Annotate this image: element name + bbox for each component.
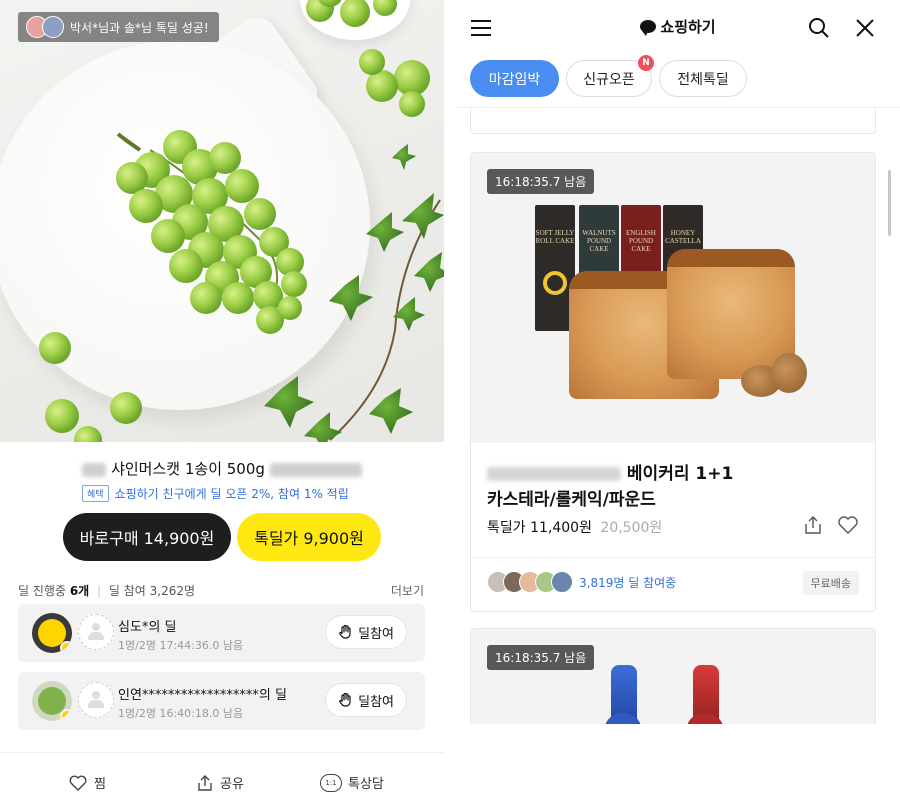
chat-button[interactable]: 1:1 톡상담 [320, 773, 384, 792]
empty-slot-avatar [78, 682, 114, 718]
talkdeal-button[interactable]: 톡딜가 9,900원 [237, 513, 381, 561]
empty-slot-avatar [78, 614, 114, 650]
deal-meta: 1명/2명 16:40:18.0 남음 [118, 707, 244, 720]
product-image: 박서*님과 솔*님 톡딜 성공! [0, 0, 444, 442]
participants-text: 3,819명 딜 참여중 [579, 575, 677, 590]
host-avatar [32, 613, 72, 653]
walnut [771, 353, 807, 393]
deal-meta: 1명/2명 17:44:36.0 남음 [118, 639, 244, 652]
benefit-row: 혜택 쇼핑하기 친구에게 딜 오픈 2%, 참여 1% 적립 [82, 485, 349, 502]
deal-host-name: 인연******************의 딜 [118, 688, 287, 703]
card-actions [803, 515, 859, 535]
share-icon[interactable] [803, 515, 823, 535]
roll-cake-icon [543, 271, 567, 295]
bottom-action-bar: 찜 공유 1:1 톡상담 [0, 752, 444, 802]
join-deal-label: 딜참여 [358, 694, 394, 710]
share-label: 공유 [220, 777, 244, 792]
share-icon [198, 774, 212, 791]
success-toast: 박서*님과 솔*님 톡딜 성공! [18, 12, 219, 42]
top-bar: 쇼핑하기 [456, 0, 900, 54]
buy-now-button[interactable]: 바로구매 14,900원 [63, 513, 231, 561]
benefit-tag: 혜택 [82, 485, 109, 502]
free-shipping-tag: 무료배송 [802, 571, 859, 595]
product-name: 베이커리 1+1 카스테라/롤케익/파운드 [487, 464, 734, 510]
heart-icon[interactable] [837, 515, 859, 535]
product-title: 샤인머스캣 1송이 500g [0, 458, 444, 479]
deal-tabs: 마감임박 신규오픈 N 전체톡딜 [456, 55, 900, 108]
host-avatar [32, 681, 72, 721]
person-placeholder-icon [88, 691, 104, 709]
deal-item: 인연******************의 딜 1명/2명 16:40:18.0… [18, 672, 425, 730]
close-icon[interactable] [855, 18, 875, 38]
stats-separator: | [97, 584, 102, 598]
grapes-illustration [39, 0, 444, 442]
tab-new-open[interactable]: 신규오픈 N [566, 55, 654, 97]
product-image: 16:18:35.7 남음 [471, 629, 875, 724]
divider [471, 557, 875, 558]
countdown-timer: 16:18:35.7 남음 [487, 169, 595, 194]
blurred-text [487, 467, 621, 481]
deal-stats: 딜 진행중 6개 | 딜 참여 3,262명 [18, 582, 195, 599]
deal-item: 심도*의 딜 1명/2명 17:44:36.0 남음 딜참여 [18, 604, 425, 662]
tab-closing-soon[interactable]: 마감임박 [470, 60, 559, 97]
deal-card[interactable]: 16:18:35.7 남음 [470, 628, 876, 724]
join-deal-label: 딜참여 [358, 626, 394, 642]
heart-icon [69, 775, 87, 791]
hand-icon [339, 624, 351, 639]
blurred-text [269, 462, 362, 477]
wish-label: 찜 [94, 777, 106, 792]
deal-feed: SOFT JELLY ROLL CAKE WALNUTS POUND CAKE … [456, 108, 900, 724]
page-title: 쇼핑하기 [456, 16, 900, 37]
hand-icon [339, 692, 351, 707]
join-deal-button[interactable]: 딜참여 [325, 683, 407, 717]
chat-bubble-icon [640, 20, 657, 36]
ongoing-count: 6개 [69, 584, 90, 598]
product-detail-panel: 박서*님과 솔*님 톡딜 성공! 샤인머스캣 1송이 500g 혜택 쇼핑하기 … [0, 0, 444, 802]
chat-label: 톡상담 [348, 777, 384, 792]
tab-all-deals[interactable]: 전체톡딜 [659, 60, 747, 97]
participants-row: 3,819명 딜 참여중 [487, 571, 676, 593]
join-deal-button[interactable]: 딜참여 [325, 615, 407, 649]
participants-count: 딜 참여 3,262명 [108, 584, 196, 598]
deal-host-name: 심도*의 딜 [118, 620, 177, 635]
scrollbar[interactable] [888, 170, 891, 236]
ongoing-label: 딜 진행중 [18, 584, 66, 598]
share-button[interactable]: 공유 [196, 773, 244, 792]
chat-icon: 1:1 [320, 773, 342, 792]
more-link[interactable]: 더보기 [391, 582, 424, 599]
shopping-feed-panel: 쇼핑하기 마감임박 신규오픈 N 전체톡딜 SOFT JELLY ROLL CA… [456, 0, 900, 802]
product-image: SOFT JELLY ROLL CAKE WALNUTS POUND CAKE … [471, 153, 875, 443]
deal-price: 톡딜가 11,400원 20,500원 [487, 520, 663, 536]
person-placeholder-icon [88, 623, 104, 641]
avatar [551, 571, 573, 593]
benefit-text: 쇼핑하기 친구에게 딜 오픈 2%, 참여 1% 적립 [114, 487, 349, 501]
blurred-text [82, 462, 107, 477]
new-badge: N [638, 55, 654, 71]
search-icon[interactable] [808, 17, 830, 39]
countdown-timer: 16:18:35.7 남음 [487, 645, 595, 670]
wish-button[interactable]: 찜 [68, 773, 106, 792]
product-title-text: 샤인머스캣 1송이 500g [111, 460, 265, 478]
deal-card[interactable]: SOFT JELLY ROLL CAKE WALNUTS POUND CAKE … [470, 152, 876, 612]
avatar [42, 16, 64, 38]
original-price: 20,500원 [600, 520, 663, 536]
deal-card-previous[interactable] [470, 108, 876, 134]
toast-text: 박서*님과 솔*님 톡딜 성공! [70, 20, 209, 35]
